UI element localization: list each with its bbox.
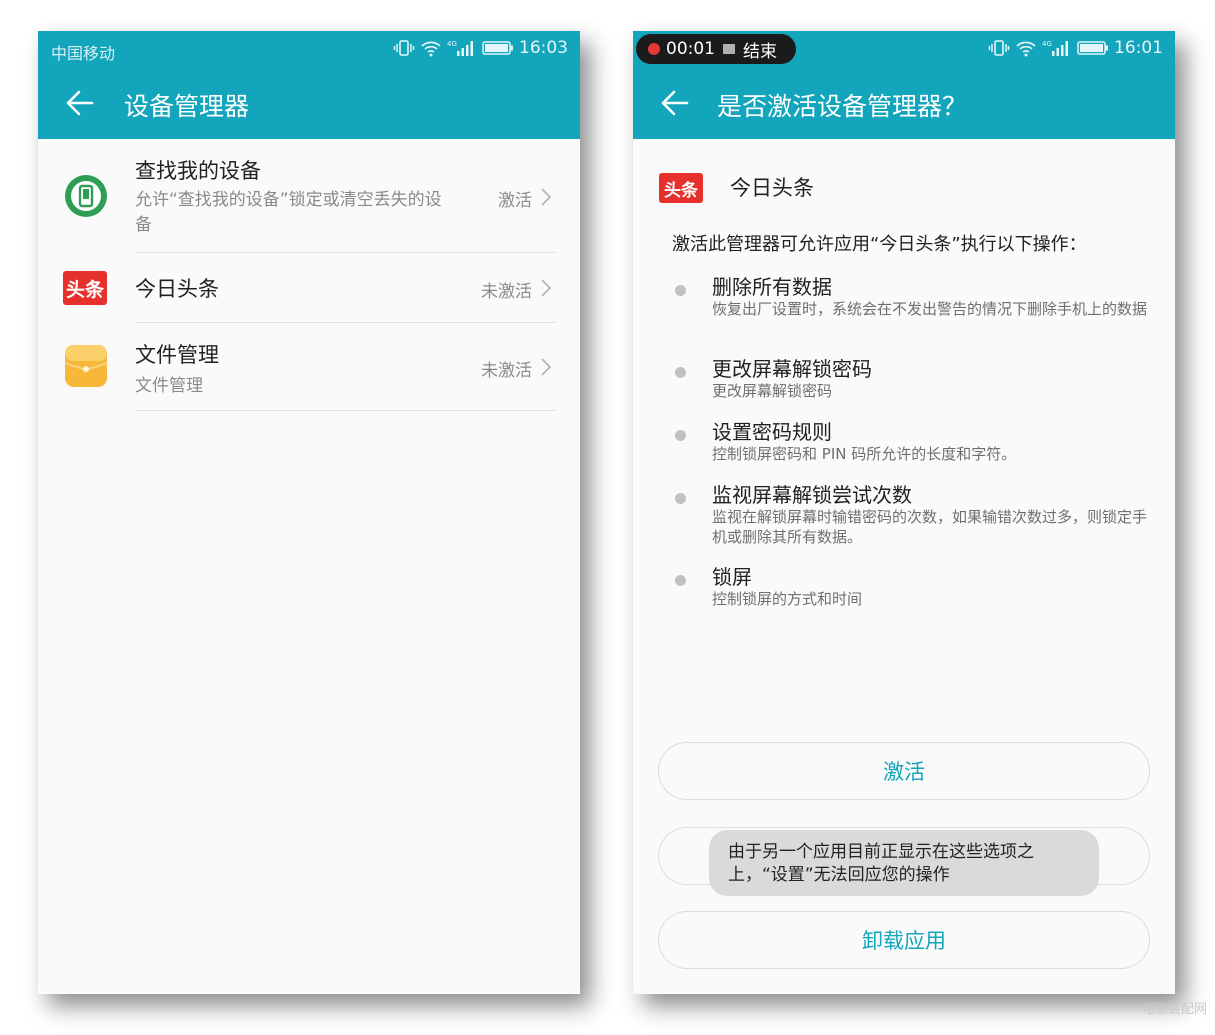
item-name: 查找我的设备 — [135, 159, 261, 183]
app-name: 今日头条 — [730, 176, 814, 200]
vibrate-icon — [988, 40, 1010, 56]
permission-description: 监视在解锁屏幕时输错密码的次数，如果输错次数过多，则锁定手机或删除其所有数据。 — [712, 508, 1148, 546]
status-icons: 4G 16:01 — [988, 38, 1163, 58]
battery-icon — [482, 41, 513, 55]
signal-4g-icon: 4G — [1042, 40, 1068, 56]
item-state: 激活 — [498, 191, 532, 211]
page-title: 是否激活设备管理器？ — [717, 92, 968, 121]
screen-recording-pill[interactable]: 00:01 结束 — [636, 34, 796, 64]
permission-description: 更改屏幕解锁密码 — [712, 382, 833, 400]
list-item-toutiao[interactable]: 头条 今日头条 未激活 — [38, 253, 580, 323]
app-bar: 00:01 结束 4G 16:01 是否激活设备管理器？ — [633, 31, 1175, 139]
bullet-icon — [675, 493, 686, 504]
divider — [135, 410, 556, 411]
toast-message: 由于另一个应用目前正显示在这些选项之上，“设置”无法回应您的操作 — [709, 830, 1099, 896]
record-dot-icon — [648, 43, 660, 55]
app-bar: 中国移动 4G 16:03 设备管理器 — [38, 31, 580, 139]
vibrate-icon — [393, 40, 415, 56]
permission-title: 设置密码规则 — [712, 420, 832, 444]
bullet-icon — [675, 575, 686, 586]
chevron-right-icon — [541, 188, 552, 206]
chevron-right-icon — [541, 279, 552, 297]
item-description: 文件管理 — [135, 376, 203, 396]
battery-icon — [1077, 41, 1108, 55]
item-name: 文件管理 — [135, 343, 219, 367]
toutiao-logo: 头条 — [659, 173, 703, 203]
find-device-icon — [65, 175, 107, 217]
end-recording-button[interactable]: 结束 — [743, 37, 777, 62]
list-item-find-my-device[interactable]: 查找我的设备 允许“查找我的设备”锁定或清空丢失的设备 激活 — [38, 139, 580, 253]
status-bar: 00:01 结束 4G 16:01 — [633, 31, 1175, 67]
list-item-file-manager[interactable]: 文件管理 文件管理 未激活 — [38, 323, 580, 411]
intro-text: 激活此管理器可允许应用“今日头条”执行以下操作： — [672, 234, 1087, 255]
back-arrow-icon[interactable] — [64, 87, 96, 119]
recording-time: 00:01 — [666, 39, 715, 59]
status-icons: 4G 16:03 — [393, 38, 568, 58]
item-name: 今日头条 — [135, 277, 219, 301]
item-description: 允许“查找我的设备”锁定或清空丢失的设备 — [135, 190, 442, 235]
activate-button[interactable]: 激活 — [658, 742, 1150, 800]
status-bar: 中国移动 4G 16:03 — [38, 31, 580, 67]
status-time: 16:01 — [1114, 38, 1163, 58]
signal-4g-icon: 4G — [447, 40, 473, 56]
permission-title: 监视屏幕解锁尝试次数 — [712, 483, 912, 507]
permission-title: 锁屏 — [712, 565, 752, 589]
permission-title: 更改屏幕解锁密码 — [712, 357, 872, 381]
bullet-icon — [675, 367, 686, 378]
file-manager-icon — [64, 345, 108, 387]
watermark: 电脑装配网 — [1141, 1002, 1207, 1017]
status-time: 16:03 — [519, 38, 568, 58]
stop-icon — [723, 44, 735, 54]
wifi-icon — [1016, 41, 1036, 57]
permission-description: 恢复出厂设置时，系统会在不发出警告的情况下删除手机上的数据 — [712, 300, 1148, 318]
carrier-label: 中国移动 — [51, 44, 116, 63]
permission-description: 控制锁屏密码和 PIN 码所允许的长度和字符。 — [712, 445, 1017, 463]
page-title: 设备管理器 — [124, 92, 250, 121]
permission-description: 控制锁屏的方式和时间 — [712, 590, 863, 608]
svg-text:4G: 4G — [1042, 40, 1052, 48]
bullet-icon — [675, 430, 686, 441]
uninstall-button[interactable]: 卸载应用 — [658, 911, 1150, 969]
device-admin-screen: 中国移动 4G 16:03 设备管理器 查找我的设备 允许“查找我的设备”锁定或… — [38, 31, 580, 994]
wifi-icon — [421, 41, 441, 57]
item-state: 未激活 — [481, 282, 532, 302]
bullet-icon — [675, 285, 686, 296]
back-arrow-icon[interactable] — [659, 87, 691, 119]
chevron-right-icon — [541, 358, 552, 376]
svg-text:4G: 4G — [447, 40, 457, 48]
toutiao-logo: 头条 — [63, 271, 107, 305]
permission-title: 删除所有数据 — [712, 275, 832, 299]
activate-admin-screen: 00:01 结束 4G 16:01 是否激活设备管理器？ 头条 今日头条 激活此… — [633, 31, 1175, 994]
item-state: 未激活 — [481, 361, 532, 381]
